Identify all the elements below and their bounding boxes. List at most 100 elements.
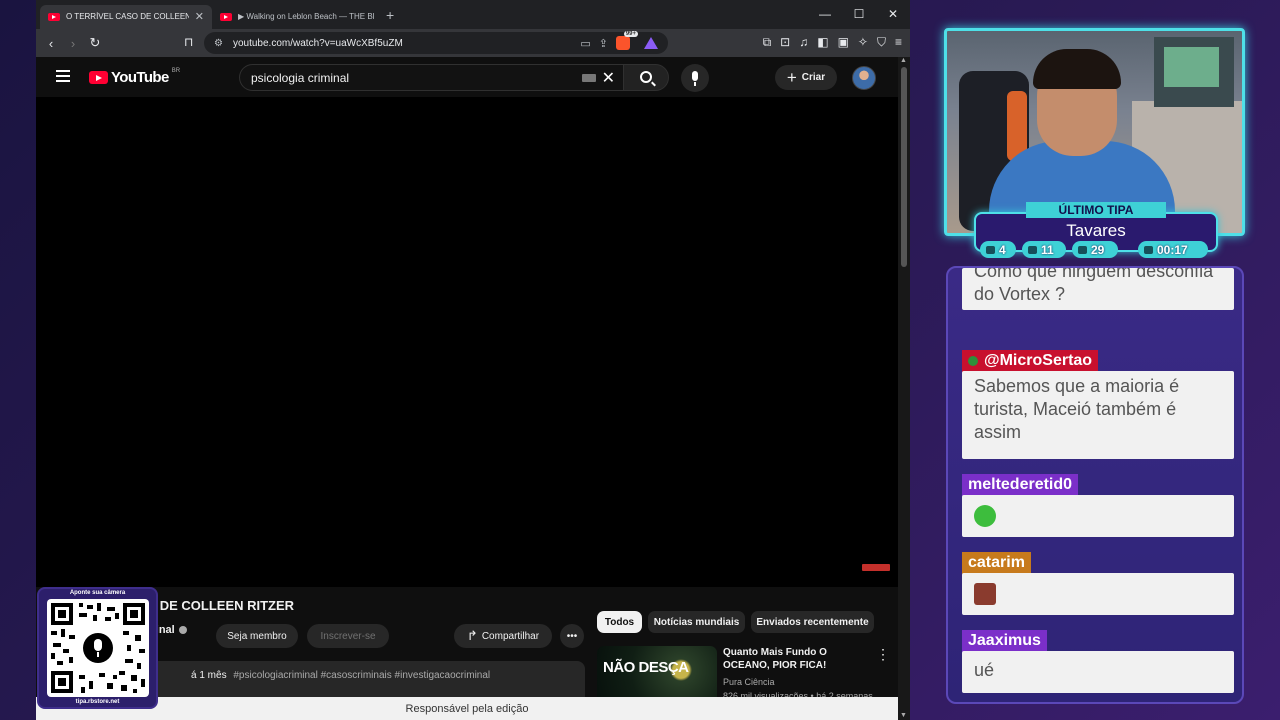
bookmark-icon[interactable]: ⊓ [184, 35, 193, 49]
streamer-hair [1033, 49, 1121, 89]
avatar[interactable] [852, 66, 876, 90]
voice-search-icon[interactable] [681, 64, 709, 92]
more-actions-button[interactable]: ••• [560, 624, 584, 648]
tab-bar: O TERRÍVEL CASO DE COLLEEN RITZER ✕ ▶ Wa… [36, 0, 910, 29]
window-controls: — ☐ ✕ [808, 0, 910, 29]
country-code: BR [171, 67, 181, 74]
maximize-icon[interactable]: ☐ [842, 0, 876, 29]
site-settings-icon[interactable]: ⚙ [214, 38, 223, 49]
stat-clock: 00:17 [1138, 241, 1208, 258]
wallet-icon[interactable]: ▣ [838, 35, 849, 50]
tab-inactive[interactable]: ▶ Walking on Leblon Beach — THE BEST BE [212, 5, 382, 29]
minimize-icon[interactable]: — [808, 0, 842, 29]
keyboard-icon[interactable] [582, 74, 596, 82]
stat-chat-value: 4 [999, 242, 1006, 257]
webcam-shelf [1154, 37, 1234, 107]
ai-icon[interactable]: ✧ [858, 35, 868, 50]
youtube-logo[interactable]: YouTube BR [89, 67, 181, 86]
chat-username-text: catarim [968, 554, 1025, 571]
search-input[interactable]: psicologia criminal ✕ [239, 64, 623, 91]
chat-username-text: Jaaximus [968, 632, 1041, 649]
qr-code [47, 599, 149, 697]
qr-top-label: Aponte sua câmera [69, 590, 126, 596]
chip-all[interactable]: Todos [597, 611, 642, 633]
address-bar[interactable]: ⚙ youtube.com/watch?v=uaWcXBf5uZM ▭ ⇪ 99… [204, 31, 668, 54]
youtube-header: YouTube BR psicologia criminal ✕ + Criar [36, 57, 898, 97]
vpn-icon[interactable]: ⛉ [877, 35, 886, 50]
extension-bar: ⧉ ⊡ ♫ ◧ ▣ ✧ ⛉ ≡ [763, 35, 902, 50]
youtube-play-icon [89, 71, 108, 84]
rewards-icon[interactable] [644, 37, 658, 49]
thumbnail-text: NÃO DESÇA [603, 659, 689, 676]
tab-active[interactable]: O TERRÍVEL CASO DE COLLEEN RITZER ✕ [40, 4, 212, 29]
create-button[interactable]: + Criar [775, 65, 837, 90]
scroll-up-icon[interactable]: ▲ [900, 57, 907, 64]
chat-message [962, 495, 1234, 537]
share-page-icon[interactable]: ⇪ [599, 37, 608, 50]
plus-icon: + [786, 68, 797, 87]
chat-panel: Como que ninguém desconfia do Vortex ? @… [946, 266, 1244, 704]
new-tab-icon[interactable]: + [386, 7, 394, 23]
search-value: psicologia criminal [251, 70, 350, 85]
clear-search-icon[interactable]: ✕ [602, 68, 615, 88]
back-icon[interactable]: ‹ [40, 36, 62, 51]
chip-world-news[interactable]: Notícias mundiais [648, 611, 745, 633]
stat-link: 29 [1072, 241, 1118, 258]
share-button[interactable]: ↱ Compartilhar [454, 624, 552, 648]
link-icon [1078, 245, 1087, 254]
hamburger-menu-icon[interactable] [56, 70, 70, 82]
create-label: Criar [801, 72, 826, 83]
extensions-icon[interactable]: ⧉ [763, 35, 772, 50]
subscribe-button[interactable]: Inscrever-se [307, 624, 389, 648]
stat-youtube: 11 [1022, 241, 1066, 258]
music-icon[interactable]: ♫ [799, 35, 808, 50]
tab-close-icon[interactable]: ✕ [195, 10, 204, 23]
scrollbar-thumb[interactable] [901, 67, 907, 267]
qr-bottom-label: tipa.rbstore.net [75, 699, 120, 705]
brave-shield-icon[interactable]: 99+ [616, 31, 638, 50]
status-bar: Responsável pela edição [36, 697, 898, 720]
browser-window: O TERRÍVEL CASO DE COLLEEN RITZER ✕ ▶ Wa… [36, 0, 910, 720]
portrait-emote-icon [974, 583, 996, 605]
search-button[interactable] [623, 64, 669, 91]
youtube-favicon-icon [220, 12, 232, 21]
last-tipa-name: Tavares [1066, 221, 1126, 240]
close-window-icon[interactable]: ✕ [876, 0, 910, 29]
chat-message: Sabemos que a maioria é turista, Maceió … [962, 371, 1234, 459]
kebab-menu-icon[interactable]: ⋮ [876, 647, 890, 661]
page-scrollbar[interactable]: ▲ ▼ [898, 57, 910, 720]
menu-icon[interactable]: ≡ [895, 35, 902, 50]
share-label: Compartilhar [481, 630, 540, 642]
clock-icon [1144, 245, 1153, 254]
chip-recently-uploaded[interactable]: Enviados recentemente [751, 611, 874, 633]
member-button[interactable]: Seja membro [216, 624, 298, 648]
forward-icon[interactable]: › [62, 36, 84, 51]
brave-badge: 99+ [623, 31, 638, 37]
address-actions: ▭ ⇪ 99+ [580, 31, 658, 50]
description-age: á 1 mês [191, 670, 227, 681]
verified-icon [178, 626, 187, 634]
chat-icon [986, 245, 995, 254]
cast-icon[interactable]: ▭ [580, 37, 590, 50]
recommended-channel[interactable]: Pura Ciência [723, 677, 775, 687]
video-player[interactable] [36, 97, 898, 587]
tab-title: O TERRÍVEL CASO DE COLLEEN RITZER [66, 12, 189, 21]
youtube-icon [1028, 245, 1037, 254]
chat-username: meltederetid0 [962, 474, 1079, 496]
screenshot-icon[interactable]: ⊡ [780, 35, 790, 50]
chat-username-text: @MicroSertao [984, 352, 1093, 369]
status-text: Responsável pela edição [405, 702, 529, 715]
description-tags[interactable]: #psicologiacriminal #casoscriminais #inv… [233, 670, 490, 681]
scroll-down-icon[interactable]: ▼ [900, 712, 907, 719]
chat-username-text: meltederetid0 [968, 476, 1073, 493]
stat-youtube-value: 11 [1041, 242, 1054, 257]
reload-icon[interactable]: ↻ [84, 35, 106, 51]
stat-chat: 4 [980, 241, 1016, 258]
chat-message-text: ué [974, 660, 995, 680]
sidebar-icon[interactable]: ◧ [817, 35, 828, 50]
recommended-title[interactable]: Quanto Mais Fundo O OCEANO, PIOR FICA! [723, 646, 873, 672]
qr-panel: Aponte sua câmera tipa.rbstore.net [37, 587, 158, 709]
badge-icon [968, 356, 978, 366]
chat-message: ué [962, 651, 1234, 693]
youtube-favicon-icon [48, 12, 60, 21]
